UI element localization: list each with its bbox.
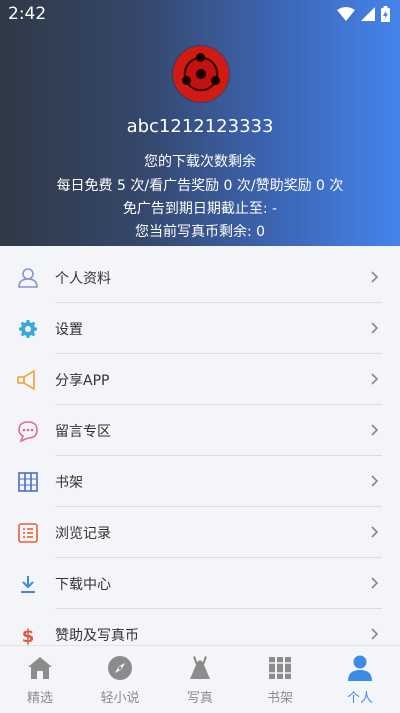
bottom-tab-bar: 精选 轻小说 写真 书架 个人: [0, 645, 400, 713]
tab-label: 轻小说: [100, 691, 140, 706]
person-icon: [348, 655, 372, 681]
chevron-right-icon: [371, 577, 379, 589]
chevron-right-icon: [371, 526, 379, 538]
avatar[interactable]: [173, 46, 229, 102]
tab-light-novel[interactable]: 轻小说: [80, 646, 160, 713]
user-icon: [18, 268, 38, 288]
tab-label: 书架: [266, 691, 293, 706]
tab-label: 精选: [26, 691, 53, 706]
bookshelf-icon: [18, 472, 38, 492]
battery-icon: [381, 6, 390, 22]
menu-item-label: 设置: [55, 322, 83, 338]
menu-item-share[interactable]: 分享APP: [0, 354, 400, 405]
download-count-detail: 每日免费 5 次/看广告奖励 0 次/赞助奖励 0 次: [56, 178, 344, 194]
wifi-icon: [337, 7, 355, 21]
ad-free-expiry: 免广告到期日期截止至: -: [122, 201, 278, 217]
gear-icon: [19, 320, 37, 338]
settings-menu: 个人资料 设置 分享APP 留言专区 书架 浏览记录 下载中心 $ 赞助及写真币: [0, 252, 400, 660]
menu-item-history[interactable]: 浏览记录: [0, 507, 400, 558]
chevron-right-icon: [371, 628, 379, 640]
menu-item-label: 浏览记录: [55, 526, 111, 542]
coin-balance: 您当前写真币剩余: 0: [134, 224, 266, 240]
menu-item-profile[interactable]: 个人资料: [0, 252, 400, 303]
chevron-right-icon: [371, 322, 379, 334]
signal-icon: [361, 7, 375, 21]
profile-header: 2:42 abc1212123333 您的下载次数剩余 每日免费 5 次/看广告…: [0, 0, 400, 246]
compass-icon: [108, 656, 132, 680]
status-bar: 2:42: [0, 0, 400, 30]
tab-profile[interactable]: 个人: [320, 646, 400, 713]
menu-item-label: 赞助及写真币: [55, 628, 139, 644]
tab-featured[interactable]: 精选: [0, 646, 80, 713]
tab-label: 个人: [346, 691, 373, 706]
menu-item-label: 书架: [55, 475, 83, 491]
menu-item-label: 下载中心: [55, 577, 111, 593]
chevron-right-icon: [371, 271, 379, 283]
chevron-right-icon: [371, 424, 379, 436]
menu-item-comments[interactable]: 留言专区: [0, 405, 400, 456]
svg-text:$: $: [22, 626, 35, 647]
menu-item-settings[interactable]: 设置: [0, 303, 400, 354]
menu-item-label: 留言专区: [55, 424, 111, 440]
menu-item-label: 个人资料: [55, 271, 111, 287]
tab-photos[interactable]: 写真: [160, 646, 240, 713]
status-time: 2:42: [8, 4, 47, 24]
house-icon: [28, 657, 52, 679]
chevron-right-icon: [371, 373, 379, 385]
megaphone-icon: [17, 370, 35, 390]
menu-item-downloads[interactable]: 下载中心: [0, 558, 400, 609]
menu-item-label: 分享APP: [55, 373, 110, 389]
tab-bookshelf[interactable]: 书架: [240, 646, 320, 713]
username: abc1212123333: [126, 116, 274, 137]
books-icon: [269, 657, 291, 679]
history-list-icon: [18, 523, 38, 543]
menu-item-bookshelf[interactable]: 书架: [0, 456, 400, 507]
chevron-right-icon: [371, 475, 379, 487]
chat-icon: [18, 421, 38, 443]
dollar-icon: $: [22, 626, 35, 647]
download-count-title: 您的下载次数剩余: [144, 154, 256, 170]
download-icon: [21, 576, 35, 593]
tab-label: 写真: [186, 691, 213, 706]
dress-icon: [190, 656, 210, 679]
